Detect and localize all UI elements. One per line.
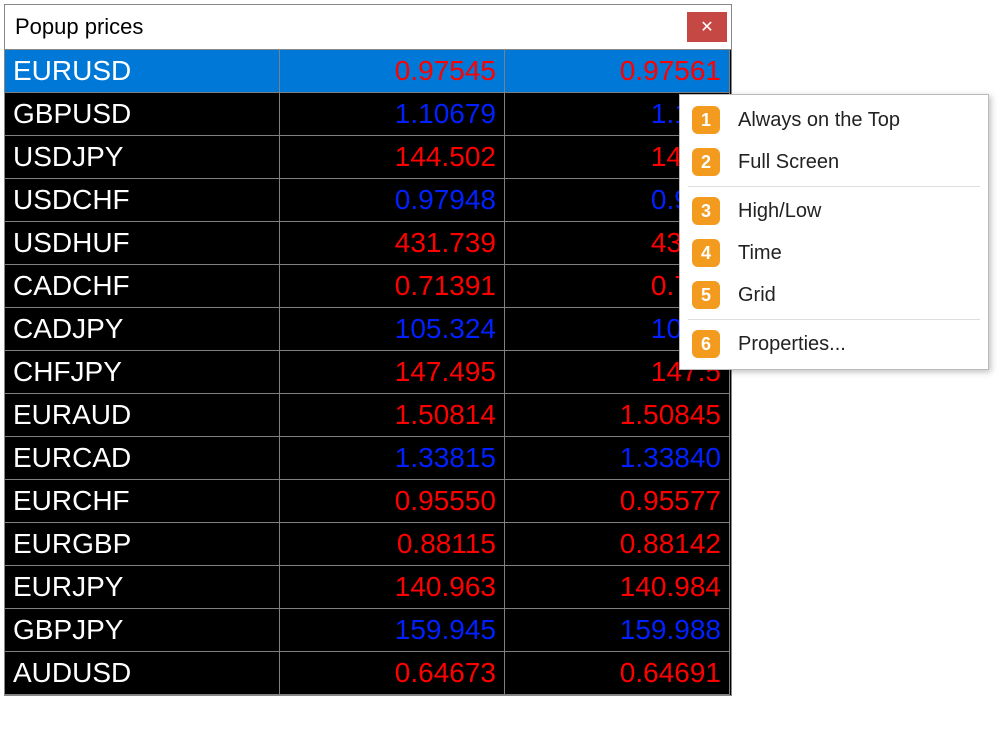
price-row[interactable]: EURCHF0.955500.95577 — [5, 480, 731, 523]
menu-badge-icon: 1 — [692, 106, 720, 134]
price-table: EURUSD0.975450.97561GBPUSD1.106791.107US… — [5, 49, 731, 695]
bid-cell: 144.502 — [280, 136, 505, 179]
menu-item-label: High/Low — [738, 200, 821, 223]
bid-cell: 0.97948 — [280, 179, 505, 222]
bid-cell: 0.97545 — [280, 50, 505, 93]
symbol-cell: EURCHF — [5, 480, 280, 523]
menu-badge-icon: 4 — [692, 239, 720, 267]
menu-item-label: Always on the Top — [738, 109, 900, 132]
menu-item-label: Full Screen — [738, 151, 839, 174]
price-row[interactable]: USDCHF0.979480.979 — [5, 179, 731, 222]
bid-cell: 431.739 — [280, 222, 505, 265]
window-title: Popup prices — [15, 14, 143, 40]
ask-cell: 0.64691 — [505, 652, 730, 695]
price-row[interactable]: USDJPY144.502144.5 — [5, 136, 731, 179]
price-row[interactable]: EURAUD1.508141.50845 — [5, 394, 731, 437]
symbol-cell: USDCHF — [5, 179, 280, 222]
titlebar[interactable]: Popup prices ✕ — [5, 5, 731, 49]
symbol-cell: CHFJPY — [5, 351, 280, 394]
popup-prices-window: Popup prices ✕ EURUSD0.975450.97561GBPUS… — [4, 4, 732, 696]
price-row[interactable]: GBPUSD1.106791.107 — [5, 93, 731, 136]
ask-cell: 140.984 — [505, 566, 730, 609]
symbol-cell: GBPJPY — [5, 609, 280, 652]
symbol-cell: EURGBP — [5, 523, 280, 566]
symbol-cell: AUDUSD — [5, 652, 280, 695]
context-menu: 1 Always on the Top 2 Full Screen 3 High/Low 4… — [679, 94, 989, 370]
bid-cell: 1.33815 — [280, 437, 505, 480]
price-row[interactable]: CADCHF0.713910.714 — [5, 265, 731, 308]
price-row[interactable]: CHFJPY147.495147.5 — [5, 351, 731, 394]
menu-badge-icon: 2 — [692, 148, 720, 176]
bid-cell: 159.945 — [280, 609, 505, 652]
menu-separator — [688, 186, 980, 187]
menu-item-label: Properties... — [738, 333, 846, 356]
price-row[interactable]: AUDUSD0.646730.64691 — [5, 652, 731, 695]
symbol-cell: CADJPY — [5, 308, 280, 351]
menu-item-label: Time — [738, 242, 782, 265]
menu-item-label: Grid — [738, 284, 776, 307]
bid-cell: 140.963 — [280, 566, 505, 609]
symbol-cell: CADCHF — [5, 265, 280, 308]
price-row[interactable]: EURUSD0.975450.97561 — [5, 50, 731, 93]
price-row[interactable]: USDHUF431.739432.5 — [5, 222, 731, 265]
price-row[interactable]: EURGBP0.881150.88142 — [5, 523, 731, 566]
bid-cell: 0.88115 — [280, 523, 505, 566]
ask-cell: 159.988 — [505, 609, 730, 652]
bid-cell: 0.71391 — [280, 265, 505, 308]
menu-badge-icon: 3 — [692, 197, 720, 225]
bid-cell: 147.495 — [280, 351, 505, 394]
price-row[interactable]: EURJPY140.963140.984 — [5, 566, 731, 609]
menu-badge-icon: 5 — [692, 281, 720, 309]
ask-cell: 0.95577 — [505, 480, 730, 523]
symbol-cell: EURCAD — [5, 437, 280, 480]
price-row[interactable]: CADJPY105.324105.3 — [5, 308, 731, 351]
ask-cell: 0.97561 — [505, 50, 730, 93]
ask-cell: 1.33840 — [505, 437, 730, 480]
symbol-cell: EURUSD — [5, 50, 280, 93]
menu-item[interactable]: 4 Time — [682, 232, 986, 274]
menu-item[interactable]: 1 Always on the Top — [682, 99, 986, 141]
menu-item[interactable]: 2 Full Screen — [682, 141, 986, 183]
ask-cell: 0.88142 — [505, 523, 730, 566]
symbol-cell: EURAUD — [5, 394, 280, 437]
price-row[interactable]: EURCAD1.338151.33840 — [5, 437, 731, 480]
close-icon: ✕ — [700, 17, 713, 37]
symbol-cell: USDHUF — [5, 222, 280, 265]
symbol-cell: EURJPY — [5, 566, 280, 609]
close-button[interactable]: ✕ — [687, 12, 727, 42]
price-row[interactable]: GBPJPY159.945159.988 — [5, 609, 731, 652]
bid-cell: 105.324 — [280, 308, 505, 351]
symbol-cell: USDJPY — [5, 136, 280, 179]
bid-cell: 1.10679 — [280, 93, 505, 136]
symbol-cell: GBPUSD — [5, 93, 280, 136]
bid-cell: 1.50814 — [280, 394, 505, 437]
bid-cell: 0.64673 — [280, 652, 505, 695]
bid-cell: 0.95550 — [280, 480, 505, 523]
ask-cell: 1.50845 — [505, 394, 730, 437]
menu-item[interactable]: 3 High/Low — [682, 190, 986, 232]
menu-item[interactable]: 5 Grid — [682, 274, 986, 316]
menu-badge-icon: 6 — [692, 330, 720, 358]
menu-separator — [688, 319, 980, 320]
menu-item[interactable]: 6 Properties... — [682, 323, 986, 365]
